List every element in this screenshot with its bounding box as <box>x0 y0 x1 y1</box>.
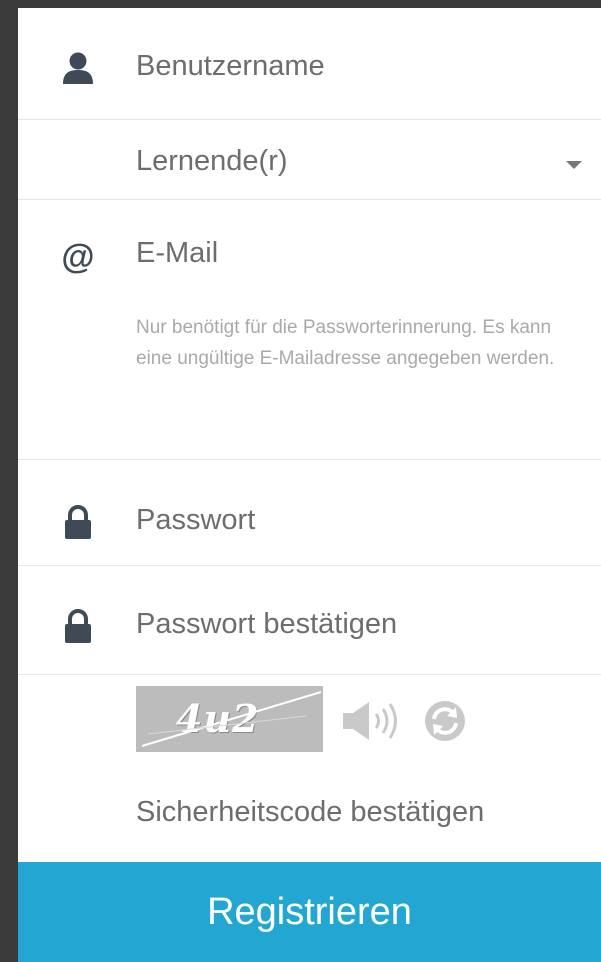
at-icon: @ <box>61 237 95 276</box>
password-placeholder: Passwort <box>136 504 256 536</box>
lock-icon <box>58 502 98 542</box>
window-left-edge <box>0 0 18 962</box>
email-field[interactable]: @ E-Mail Nur benötigt für die Passworter… <box>18 199 601 460</box>
email-placeholder: E-Mail <box>136 237 219 269</box>
captcha-image: 4u2 <box>136 686 323 752</box>
captcha-noise-line <box>141 691 322 747</box>
speaker-icon <box>343 702 397 740</box>
registration-form: Benutzername Lernende(r) @ E-Mail Nur be… <box>18 8 601 962</box>
register-button[interactable]: Registrieren <box>18 862 601 962</box>
captcha-section: 4u2 Sicherheitscode bestätigen <box>18 675 601 862</box>
email-help-text: Nur benötigt für die Passworterinnerung.… <box>136 317 555 369</box>
captcha-confirm-field[interactable]: Sicherheitscode bestätigen <box>136 796 484 829</box>
window-top-edge <box>0 0 601 8</box>
password-confirm-placeholder: Passwort bestätigen <box>136 608 398 640</box>
refresh-icon <box>425 701 465 741</box>
username-placeholder: Benutzername <box>136 50 325 82</box>
captcha-refresh-button[interactable] <box>423 699 473 743</box>
user-icon <box>58 48 98 88</box>
password-field[interactable]: Passwort <box>18 460 601 566</box>
lock-icon <box>58 606 98 646</box>
caret-down-icon[interactable] <box>566 161 582 169</box>
role-select[interactable]: Lernende(r) <box>18 119 601 200</box>
captcha-audio-button[interactable] <box>343 700 413 742</box>
username-field[interactable]: Benutzername <box>18 8 601 120</box>
role-selected-value: Lernende(r) <box>136 145 288 177</box>
password-confirm-field[interactable]: Passwort bestätigen <box>18 566 601 675</box>
